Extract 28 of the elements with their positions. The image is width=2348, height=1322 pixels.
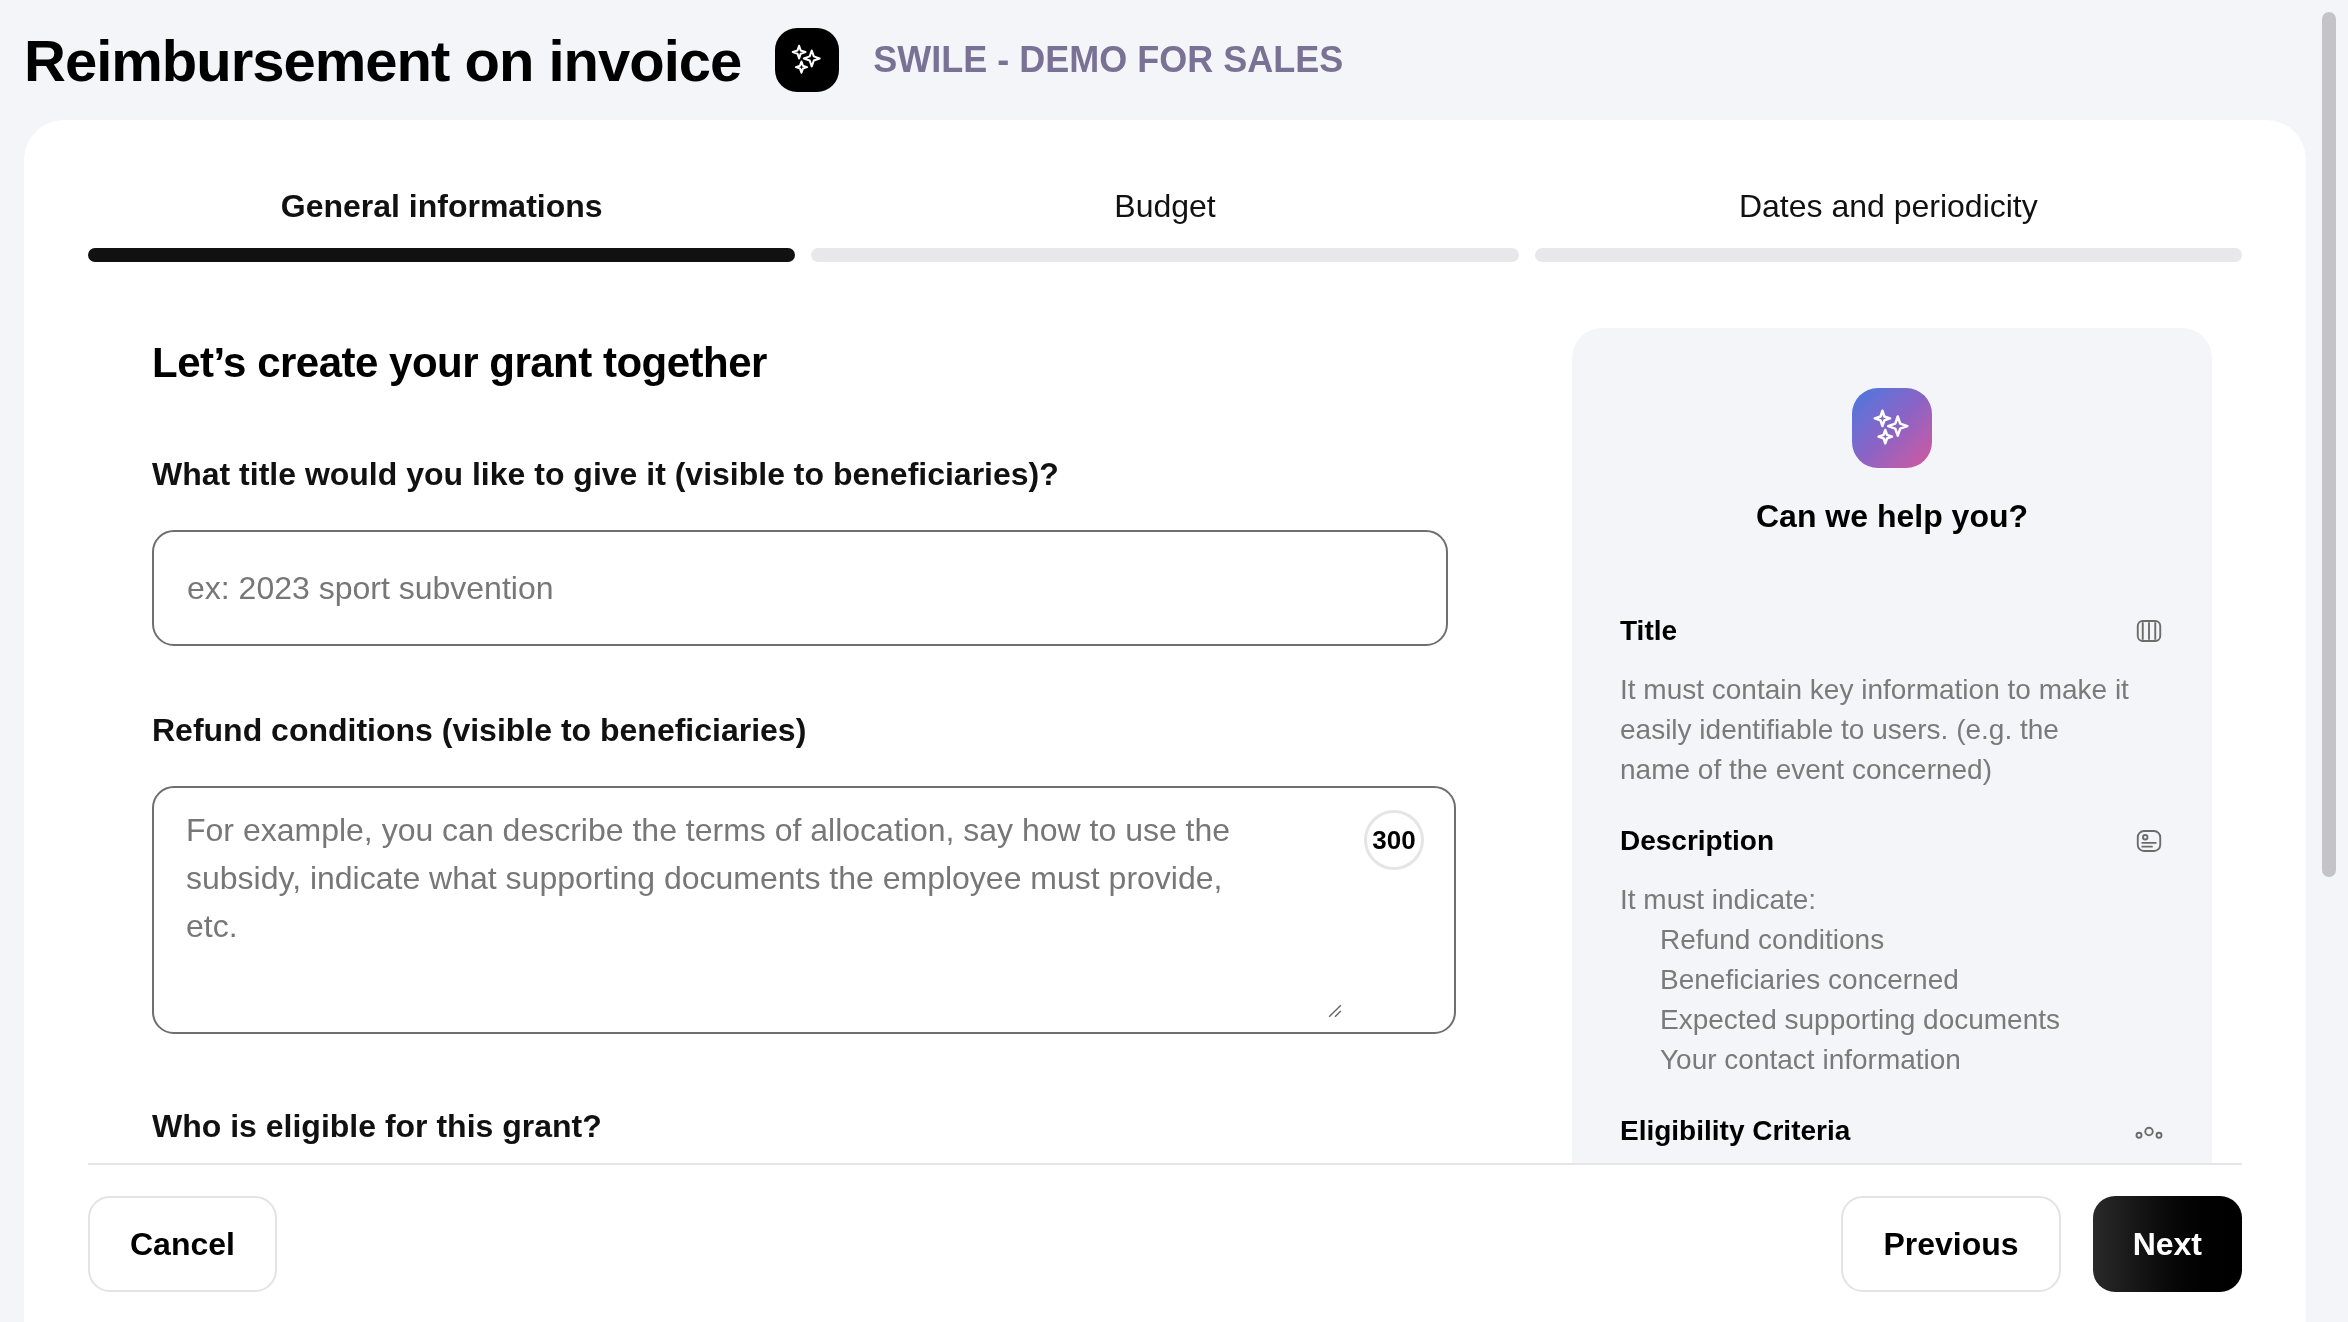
- conditions-text-area[interactable]: For example, you can describe the terms of allocation, say how to use the subsidy, indicate what supporting documents the employee must provide, etc.: [186, 806, 1276, 1034]
- help-list-item: Refund conditions: [1659, 923, 1886, 957]
- step-tab[interactable]: General informations: [88, 186, 796, 262]
- step-tab[interactable]: Dates and periodicity: [1534, 186, 2242, 262]
- form-heading: Let’s create your grant together: [152, 338, 768, 388]
- company-name: SWILE - DEMO FOR SALES: [873, 38, 1344, 82]
- help-section-title: Eligibility Criteria: [1620, 1114, 1851, 1148]
- cancel-button[interactable]: Cancel: [88, 1195, 277, 1292]
- title-input-field[interactable]: ex: 2023 sport subvention: [152, 530, 1448, 646]
- previous-button[interactable]: Previous: [1841, 1195, 2061, 1292]
- next-button[interactable]: Next: [2092, 1195, 2242, 1292]
- conditions-textarea-field[interactable]: For example, you can describe the terms of allocation, say how to use the subsidy, indicate what supporting documents the employee must provide, etc. 300: [152, 786, 1456, 1034]
- help-section-title: Title: [1620, 614, 1678, 648]
- scrollbar[interactable]: [2322, 12, 2336, 877]
- question-label: Refund conditions (visible to beneficiaries): [152, 711, 808, 750]
- question-label: Who is eligible for this grant?: [152, 1107, 603, 1146]
- character-counter: 300: [1364, 810, 1424, 870]
- question-label: What title would you like to give it (visible to beneficiaries)?: [152, 455, 1060, 494]
- step-tab[interactable]: Budget: [811, 186, 1519, 262]
- help-section-title: Description: [1620, 824, 1775, 858]
- help-text: It must contain key information to make it easily identifiable to users. (e.g. the name of the event concerned): [1620, 673, 2130, 787]
- help-list-item: Beneficiaries concerned: [1659, 963, 1960, 997]
- help-title: Can we help you?: [1756, 497, 2028, 536]
- page-title: Reimbursement on invoice: [24, 26, 742, 95]
- help-text: It must indicate:: [1620, 883, 1818, 917]
- help-list-item: Expected supporting documents: [1659, 1003, 2062, 1037]
- help-list-item: Your contact information: [1659, 1043, 1962, 1077]
- resize-handle-icon[interactable]: [1328, 1004, 1342, 1018]
